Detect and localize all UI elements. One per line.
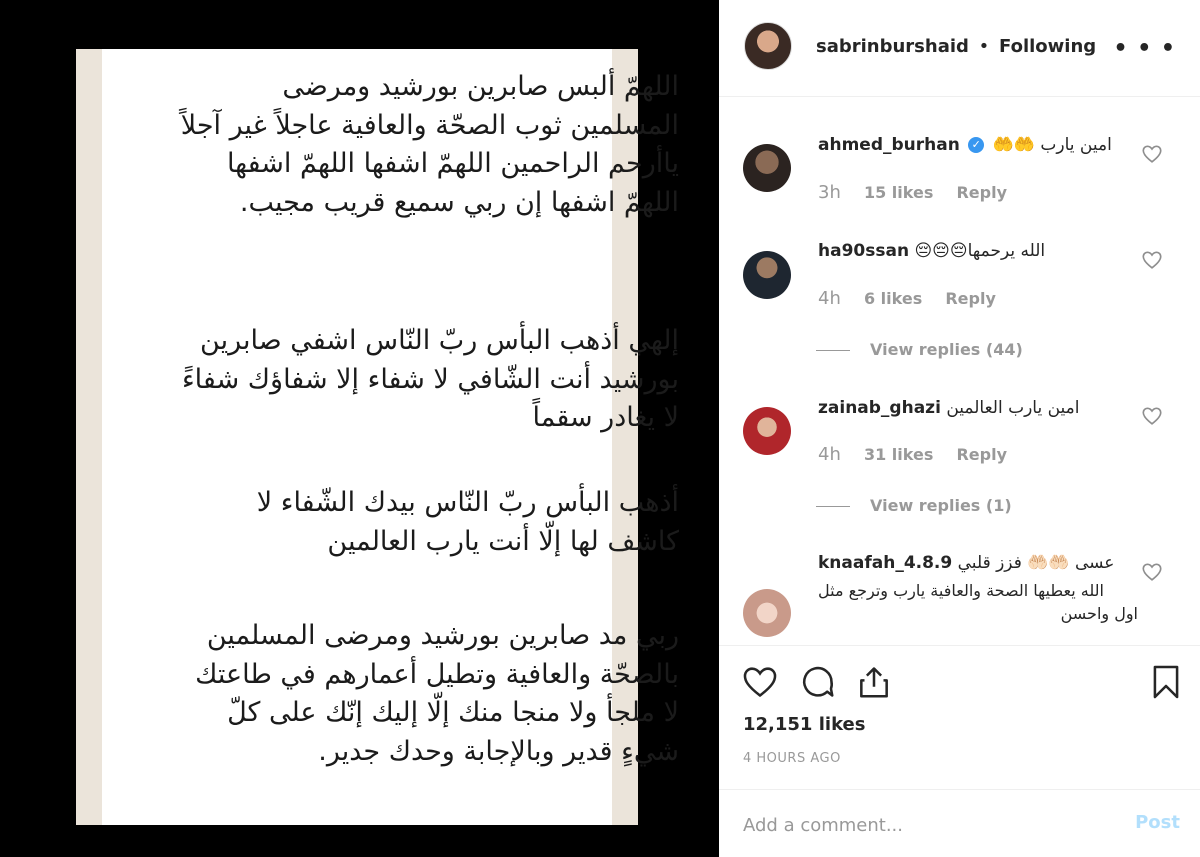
comment-line: ahmed_burhan ✓ امين يارب 🤲🤲 [818, 135, 1112, 155]
separator-dot: • [978, 36, 990, 57]
view-replies-button[interactable]: View replies (44) [816, 340, 1023, 359]
comment-line: knaafah_4.8.9 عسى 🤲🏻🤲🏻 فزز قلبي [818, 553, 1114, 573]
author-username[interactable]: sabrinburshaid [816, 36, 969, 57]
comment-meta: 3h 15 likes Reply [818, 182, 1025, 203]
commenter-avatar[interactable] [743, 407, 791, 455]
comment-username[interactable]: knaafah_4.8.9 [818, 553, 952, 573]
view-replies-label: View replies (1) [870, 496, 1012, 515]
image-paragraph-3: أذهب البأس ربّ النّاس بيدك الشّفاء لا كا… [256, 487, 679, 557]
comment-time[interactable]: 4h [818, 444, 841, 465]
comment-like-heart-icon[interactable] [1141, 143, 1163, 165]
comment-line: zainab_ghazi امين يارب العالمين [818, 398, 1080, 418]
comment-bubble-icon[interactable] [799, 663, 837, 701]
comment-text-line: الله يعطيها الصحة والعافية يارب وترجع مث… [818, 581, 1104, 600]
post-timestamp[interactable]: 4 HOURS AGO [743, 751, 841, 766]
view-replies-button[interactable]: View replies (1) [816, 496, 1012, 515]
divider-line [816, 506, 850, 507]
comment-text: امين يارب العالمين [946, 398, 1080, 418]
comment-time[interactable]: 4h [818, 288, 841, 309]
comment-username[interactable]: ahmed_burhan [818, 135, 960, 155]
reply-button[interactable]: Reply [956, 445, 1007, 464]
share-icon[interactable] [855, 663, 893, 701]
author-avatar[interactable] [744, 22, 792, 70]
image-paragraph-1: اللهمّ ألبس صابرين بورشيد ومرضى المسلمين… [180, 71, 679, 218]
likes-count[interactable]: 12,151 likes [743, 714, 865, 735]
commenter-avatar[interactable] [743, 251, 791, 299]
following-button[interactable]: Following [999, 36, 1096, 57]
comment-time[interactable]: 3h [818, 182, 841, 203]
paper-edge-left [76, 49, 102, 825]
comment-username[interactable]: ha90ssan [818, 241, 909, 261]
verified-badge-icon: ✓ [968, 137, 985, 153]
image-paragraph-4: ربي مد صابرين بورشيد ومرضى المسلمين بالص… [195, 620, 679, 767]
comment-likes[interactable]: 15 likes [864, 183, 933, 202]
comment-like-heart-icon[interactable] [1141, 561, 1163, 583]
comment-meta: 4h 31 likes Reply [818, 444, 1025, 465]
bookmark-icon[interactable] [1147, 663, 1185, 701]
comment-like-heart-icon[interactable] [1141, 249, 1163, 271]
comment-like-heart-icon[interactable] [1141, 405, 1163, 427]
post-media: اللهمّ ألبس صابرين بورشيد ومرضى المسلمين… [0, 0, 719, 857]
like-heart-icon[interactable] [741, 663, 779, 701]
reply-button[interactable]: Reply [945, 289, 996, 308]
add-comment-bar: Post [719, 789, 1200, 857]
divider-line [816, 350, 850, 351]
comments-list[interactable]: ahmed_burhan ✓ امين يارب 🤲🤲 3h 15 likes … [719, 98, 1200, 644]
comment-text: امين يارب 🤲🤲 [992, 135, 1112, 155]
comment-line: ha90ssan الله يرحمها😔😔😔 [818, 241, 1045, 261]
commenter-avatar[interactable] [743, 144, 791, 192]
more-horizontal-icon[interactable]: • • • [1113, 36, 1176, 61]
reply-button[interactable]: Reply [956, 183, 1007, 202]
post-header: sabrinburshaid • Following • • • [719, 0, 1200, 97]
image-paragraph-2: إلهي أذهب البأس ربّ النّاس اشفي صابرين ب… [181, 325, 679, 433]
comment-text-continued: الله يعطيها الصحة والعافية يارب وترجع مث… [818, 579, 1138, 625]
author-line: sabrinburshaid • Following [816, 36, 1096, 57]
comment-input[interactable] [743, 812, 1123, 838]
comment-text-line: اول واحسن [1060, 604, 1138, 623]
comment-username[interactable]: zainab_ghazi [818, 398, 941, 418]
view-replies-label: View replies (44) [870, 340, 1023, 359]
commenter-avatar[interactable] [743, 589, 791, 637]
post-side-panel: sabrinburshaid • Following • • • ahmed_b… [719, 0, 1200, 857]
comment-meta: 4h 6 likes Reply [818, 288, 1014, 309]
comment-likes[interactable]: 31 likes [864, 445, 933, 464]
post-comment-button[interactable]: Post [1135, 812, 1180, 833]
comment-text: الله يرحمها😔😔😔 [914, 241, 1046, 261]
comment-likes[interactable]: 6 likes [864, 289, 922, 308]
post-actions: 12,151 likes 4 HOURS AGO [719, 645, 1200, 802]
comment-text: عسى 🤲🏻🤲🏻 فزز قلبي [957, 553, 1115, 573]
